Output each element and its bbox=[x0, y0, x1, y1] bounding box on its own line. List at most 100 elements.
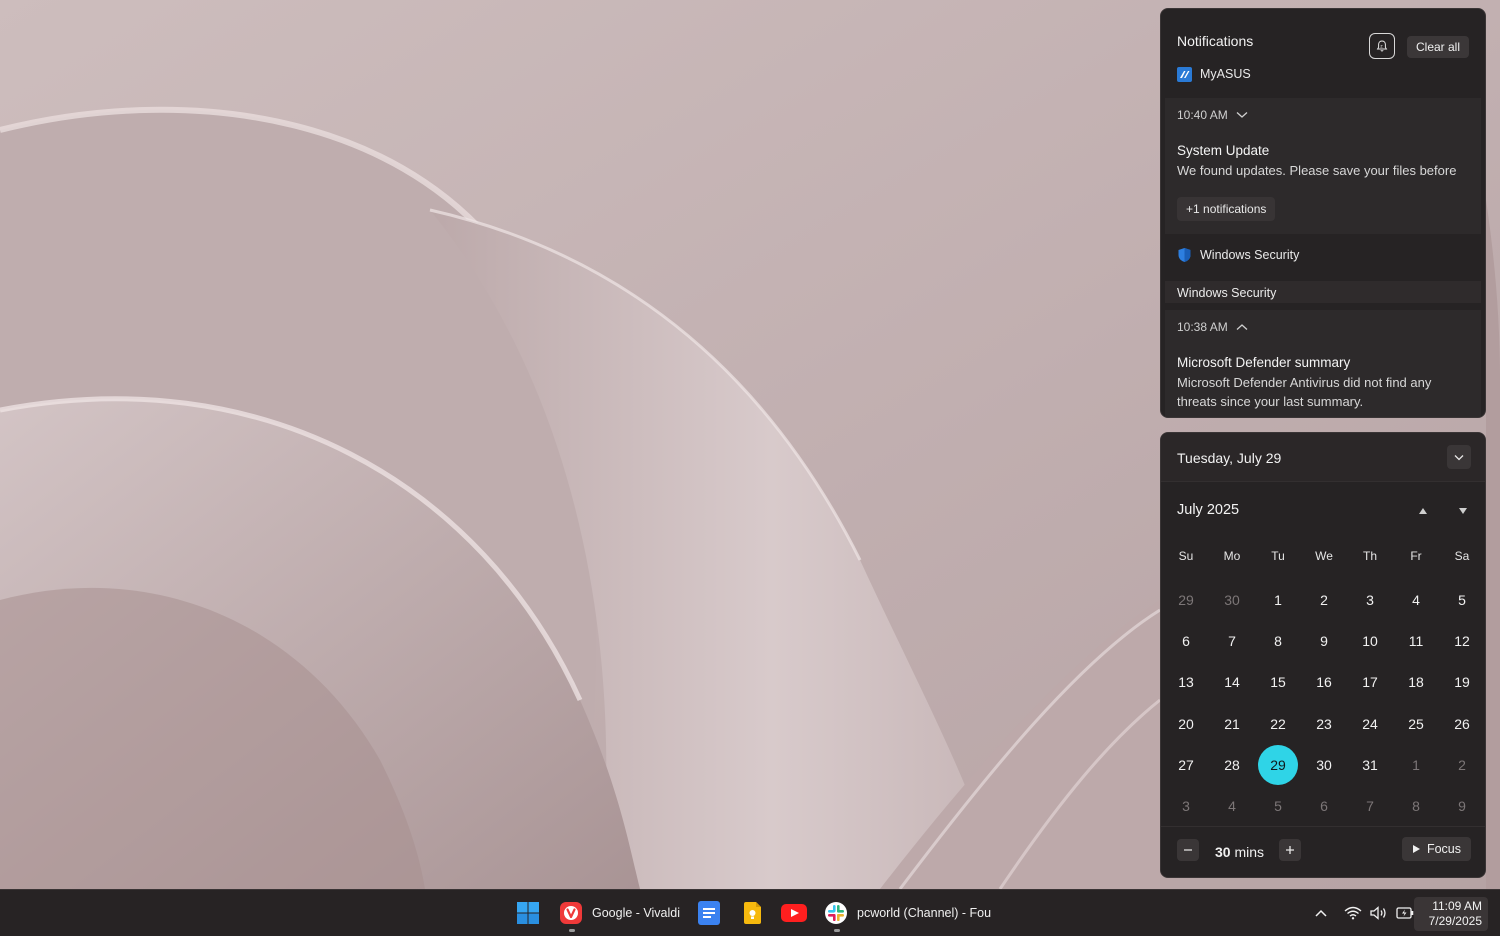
calendar-day-number: 24 bbox=[1362, 715, 1378, 732]
decrease-focus-time-button[interactable] bbox=[1177, 839, 1199, 861]
taskbar-app-slack[interactable]: pcworld (Channel) - Fou bbox=[825, 890, 991, 936]
calendar-day[interactable]: 26 bbox=[1439, 703, 1485, 744]
calendar-day[interactable]: 7 bbox=[1347, 785, 1393, 826]
calendar-day[interactable]: 18 bbox=[1393, 662, 1439, 703]
do-not-disturb-button[interactable]: z bbox=[1369, 33, 1395, 59]
calendar-day[interactable]: 5 bbox=[1255, 785, 1301, 826]
start-button[interactable] bbox=[512, 890, 544, 936]
calendar-day[interactable]: 2 bbox=[1439, 744, 1485, 785]
calendar-day[interactable]: 3 bbox=[1163, 785, 1209, 826]
calendar-day[interactable]: 16 bbox=[1301, 662, 1347, 703]
play-icon bbox=[1412, 845, 1420, 853]
calendar-day-number: 16 bbox=[1316, 674, 1332, 691]
calendar-day[interactable]: 30 bbox=[1301, 744, 1347, 785]
notification-header: Notifications z Clear all bbox=[1177, 25, 1473, 59]
calendar-day[interactable]: 22 bbox=[1255, 703, 1301, 744]
notification-body: Microsoft Defender Antivirus did not fin… bbox=[1177, 375, 1432, 409]
taskbar-app-keep[interactable] bbox=[741, 890, 763, 936]
calendar-day[interactable]: 14 bbox=[1209, 662, 1255, 703]
calendar-day[interactable]: 10 bbox=[1347, 620, 1393, 661]
next-month-button[interactable] bbox=[1455, 503, 1471, 519]
calendar-day-number: 8 bbox=[1274, 632, 1282, 649]
more-notifications-button[interactable]: +1 notifications bbox=[1177, 197, 1276, 221]
calendar-day[interactable]: 30 bbox=[1209, 579, 1255, 620]
calendar-day[interactable]: 11 bbox=[1393, 620, 1439, 661]
calendar-day[interactable]: 4 bbox=[1393, 579, 1439, 620]
calendar-day[interactable]: 1 bbox=[1393, 744, 1439, 785]
calendar-day[interactable]: 5 bbox=[1439, 579, 1485, 620]
calendar-day[interactable]: 29 bbox=[1163, 579, 1209, 620]
calendar-day[interactable]: 17 bbox=[1347, 662, 1393, 703]
calendar-day[interactable]: 19 bbox=[1439, 662, 1485, 703]
notification-card[interactable]: 10:38 AM Microsoft Defender summary Micr… bbox=[1165, 310, 1481, 417]
calendar-day[interactable]: 24 bbox=[1347, 703, 1393, 744]
volume-icon bbox=[1370, 906, 1386, 920]
bell-snooze-icon: z bbox=[1376, 40, 1388, 52]
calendar-day[interactable]: 6 bbox=[1163, 620, 1209, 661]
calendar-day-number: 23 bbox=[1316, 715, 1332, 732]
notification-time: 10:38 AM bbox=[1177, 320, 1228, 334]
calendar-collapse-button[interactable] bbox=[1447, 445, 1471, 469]
weekday-label: Tu bbox=[1271, 549, 1285, 563]
calendar-day[interactable]: 8 bbox=[1255, 620, 1301, 661]
notification-app-row[interactable]: Windows Security bbox=[1177, 245, 1299, 265]
taskbar-clock[interactable]: 11:09 AM 7/29/2025 bbox=[1414, 897, 1488, 931]
chevron-up-icon[interactable] bbox=[1236, 323, 1248, 331]
chevron-down-icon[interactable] bbox=[1236, 111, 1248, 119]
calendar-day[interactable]: 4 bbox=[1209, 785, 1255, 826]
calendar-day[interactable]: 13 bbox=[1163, 662, 1209, 703]
calendar-day[interactable]: 21 bbox=[1209, 703, 1255, 744]
notification-body: We found updates. Please save your files… bbox=[1177, 163, 1457, 178]
calendar-day[interactable]: 20 bbox=[1163, 703, 1209, 744]
notification-center: Notifications z Clear all MyASUS 10:40 A… bbox=[1160, 8, 1486, 418]
calendar-day-number: 9 bbox=[1458, 798, 1466, 815]
calendar-day[interactable]: 2 bbox=[1301, 579, 1347, 620]
calendar-day[interactable]: 27 bbox=[1163, 744, 1209, 785]
calendar-day[interactable]: 6 bbox=[1301, 785, 1347, 826]
weekday-label: Fr bbox=[1410, 549, 1422, 563]
calendar-day[interactable]: 23 bbox=[1301, 703, 1347, 744]
clear-all-button[interactable]: Clear all bbox=[1406, 36, 1469, 58]
taskbar-app-youtube[interactable] bbox=[781, 890, 807, 936]
calendar-day-number: 6 bbox=[1320, 798, 1328, 815]
notification-group-label: Windows Security bbox=[1165, 281, 1481, 303]
notification-heading: System Update bbox=[1177, 143, 1270, 158]
chevron-up-icon bbox=[1315, 909, 1327, 917]
notification-time-row: 10:38 AM bbox=[1177, 320, 1248, 334]
calendar-day[interactable]: 3 bbox=[1347, 579, 1393, 620]
month-title[interactable]: July 2025 bbox=[1177, 502, 1239, 518]
chevron-down-icon bbox=[1454, 454, 1464, 460]
calendar-day[interactable]: 25 bbox=[1393, 703, 1439, 744]
notification-card[interactable]: 10:40 AM System Update We found updates.… bbox=[1165, 98, 1481, 234]
calendar-day[interactable]: 9 bbox=[1439, 785, 1485, 826]
taskbar-app-label: Google - Vivaldi bbox=[592, 906, 681, 920]
notification-app-row[interactable]: MyASUS bbox=[1177, 64, 1251, 84]
calendar-day[interactable]: 12 bbox=[1439, 620, 1485, 661]
taskbar-app-docs[interactable] bbox=[697, 890, 721, 936]
calendar-day[interactable]: 1 bbox=[1255, 579, 1301, 620]
vivaldi-icon bbox=[560, 902, 582, 924]
notification-time: 10:40 AM bbox=[1177, 108, 1228, 122]
calendar-day-number: 1 bbox=[1274, 591, 1282, 608]
running-indicator bbox=[834, 929, 840, 932]
calendar-day[interactable]: 8 bbox=[1393, 785, 1439, 826]
battery-charging-icon bbox=[1396, 907, 1414, 919]
weekday-header: Su Mo Tu We Th Fr Sa bbox=[1163, 549, 1485, 563]
calendar-day-number: 27 bbox=[1178, 756, 1194, 773]
previous-month-button[interactable] bbox=[1415, 503, 1431, 519]
calendar-day-number: 10 bbox=[1362, 632, 1378, 649]
calendar-day-today[interactable]: 29 bbox=[1255, 744, 1301, 785]
calendar-day[interactable]: 28 bbox=[1209, 744, 1255, 785]
focus-button-label: Focus bbox=[1426, 842, 1461, 856]
calendar-day[interactable]: 9 bbox=[1301, 620, 1347, 661]
focus-duration: 30 mins bbox=[1215, 844, 1264, 860]
system-tray-quick-settings[interactable] bbox=[1344, 890, 1414, 936]
focus-button[interactable]: Focus bbox=[1401, 837, 1471, 861]
taskbar-app-vivaldi[interactable]: Google - Vivaldi bbox=[560, 890, 680, 936]
calendar-day[interactable]: 7 bbox=[1209, 620, 1255, 661]
increase-focus-time-button[interactable] bbox=[1279, 839, 1301, 861]
calendar-day[interactable]: 15 bbox=[1255, 662, 1301, 703]
show-hidden-icons-button[interactable] bbox=[1314, 890, 1328, 936]
calendar-day[interactable]: 31 bbox=[1347, 744, 1393, 785]
weekday-label: Sa bbox=[1454, 549, 1470, 563]
